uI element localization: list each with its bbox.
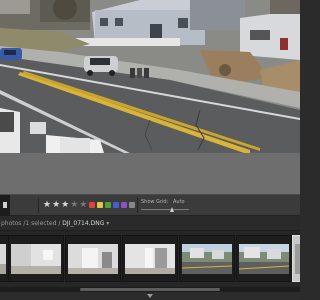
aerial-street-photo <box>0 0 300 153</box>
scrollbar-thumb[interactable] <box>80 288 220 291</box>
thumbnail-image <box>239 244 289 274</box>
preview-background <box>0 153 300 194</box>
show-grid-label: Show Grid: <box>141 199 169 205</box>
filmstrip-thumbnail-selected[interactable] <box>292 235 300 282</box>
filename-dropdown-icon: ▾ <box>106 220 110 227</box>
thumbnail-image <box>125 244 175 274</box>
selected-filename: DJI_0714.DNG <box>62 220 105 227</box>
color-label-red[interactable] <box>89 202 95 208</box>
toolbar: ★★★★★ Show Grid: Auto <box>0 194 300 216</box>
show-grid-value[interactable]: Auto <box>173 199 185 206</box>
color-label-blue[interactable] <box>113 202 119 208</box>
toolbar-divider <box>137 198 138 213</box>
view-toggle-icon <box>3 202 7 208</box>
filmstrip-header: photos /1 selected / DJI_0714.DNG ▾ <box>0 216 300 231</box>
panel-toggle-icon[interactable] <box>147 294 153 298</box>
filmstrip-thumbnail[interactable] <box>8 235 64 282</box>
thumbnail-image <box>295 244 300 274</box>
color-label-yellow[interactable] <box>97 202 103 208</box>
color-label-green[interactable] <box>105 202 111 208</box>
photo-preview[interactable] <box>0 0 300 153</box>
star-rating[interactable]: ★★★★★ <box>43 198 88 213</box>
thumbnail-image <box>0 244 6 274</box>
rating-empty-stars: ★★ <box>70 200 89 210</box>
toolbar-view-toggle[interactable] <box>0 195 10 216</box>
toolbar-divider <box>38 198 39 213</box>
lightroom-window: ★★★★★ Show Grid: Auto photos /1 selected… <box>0 0 300 300</box>
selection-status[interactable]: photos /1 selected / DJI_0714.DNG ▾ <box>1 219 109 228</box>
bottom-panel-bar <box>0 292 300 300</box>
color-label-purple[interactable] <box>121 202 127 208</box>
filmstrip-thumbnail[interactable] <box>236 235 292 282</box>
thumbnail-image <box>182 244 232 274</box>
filmstrip <box>0 231 300 287</box>
thumbnail-size-slider[interactable] <box>141 209 189 210</box>
color-label-none[interactable] <box>129 202 135 208</box>
rating-filled-stars: ★★★ <box>43 200 71 210</box>
selection-count: photos /1 selected / <box>1 220 61 227</box>
filmstrip-thumbnail[interactable] <box>65 235 121 282</box>
thumbnail-image <box>68 244 118 274</box>
filmstrip-thumbnail[interactable] <box>122 235 178 282</box>
filmstrip-thumbnail[interactable] <box>179 235 235 282</box>
thumbnail-image <box>11 244 61 274</box>
